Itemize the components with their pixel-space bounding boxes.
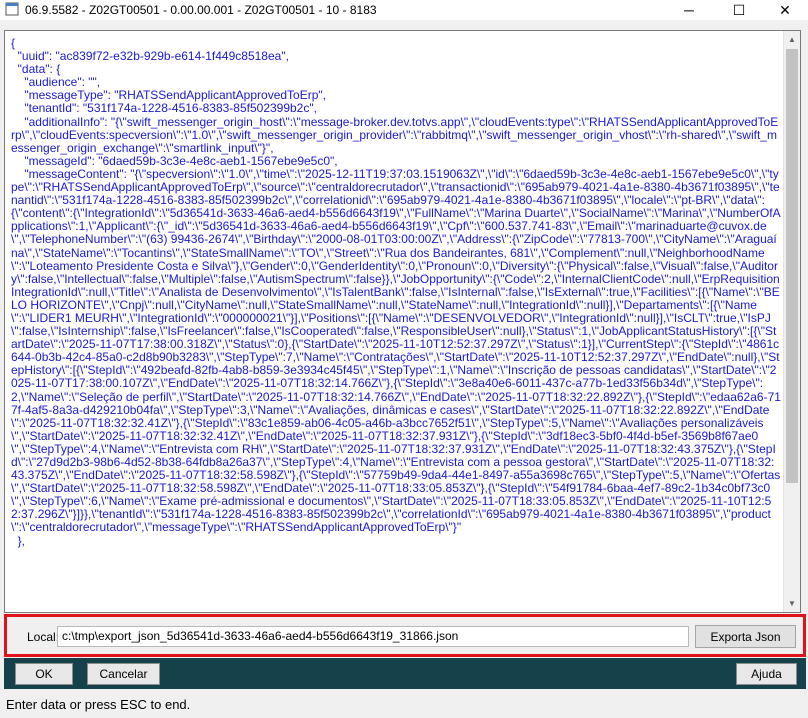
- local-label: Local:: [27, 630, 60, 644]
- status-message: Enter data or press ESC to end.: [6, 697, 191, 712]
- scrollbar-thumb[interactable]: [786, 49, 798, 483]
- scroll-up-arrow-icon[interactable]: ▲: [784, 31, 800, 48]
- bottom-button-bar: OK Cancelar Ajuda: [4, 658, 806, 689]
- app-icon: [5, 2, 19, 16]
- minimize-button[interactable]: ─: [666, 0, 712, 20]
- help-button[interactable]: Ajuda: [736, 663, 797, 685]
- json-text-area[interactable]: { "uuid": "ac839f72-e32b-929b-e614-1f449…: [4, 30, 801, 613]
- scroll-down-arrow-icon[interactable]: ▼: [784, 595, 800, 612]
- export-panel: Local: c:\tmp\export_json_5d36541d-3633-…: [4, 614, 806, 657]
- vertical-scrollbar[interactable]: ▲ ▼: [783, 31, 800, 612]
- ok-button[interactable]: OK: [15, 663, 73, 685]
- window-title: 06.9.5582 - Z02GT00501 - 0.00.00.001 - Z…: [25, 3, 377, 17]
- maximize-button[interactable]: ☐: [716, 0, 762, 20]
- export-path-input[interactable]: c:\tmp\export_json_5d36541d-3633-46a6-ae…: [57, 626, 689, 647]
- title-bar: 06.9.5582 - Z02GT00501 - 0.00.00.001 - Z…: [0, 0, 808, 20]
- cancel-button[interactable]: Cancelar: [87, 663, 160, 685]
- export-json-button[interactable]: Exporta Json: [695, 625, 796, 648]
- json-content[interactable]: { "uuid": "ac839f72-e32b-929b-e614-1f449…: [11, 36, 781, 548]
- close-button[interactable]: ✕: [762, 0, 808, 20]
